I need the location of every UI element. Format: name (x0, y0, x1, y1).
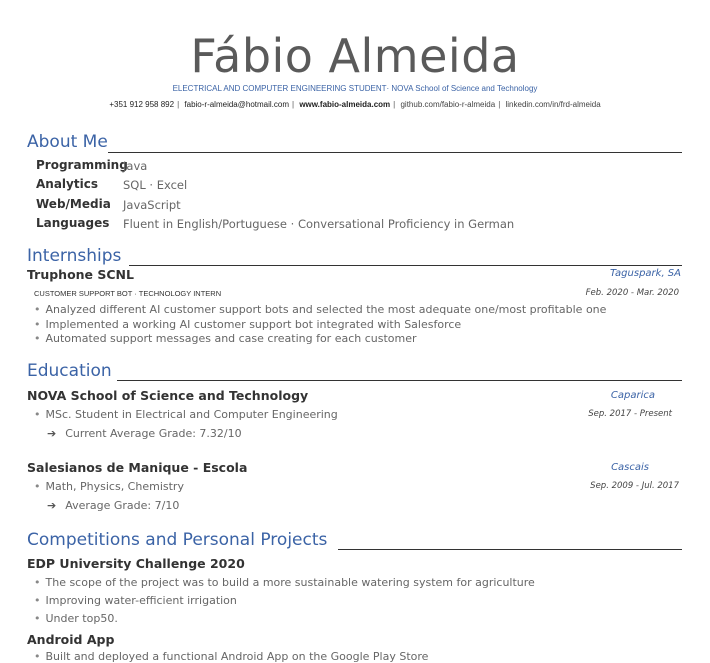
list-item: • Built and deployed a functional Android… (34, 650, 429, 663)
project-name: Android App (27, 632, 115, 647)
education-date: Sep. 2009 - Jul. 2017 (590, 481, 679, 491)
education-school: Salesianos de Manique - Escola (27, 460, 248, 475)
contact-line: +351 912 958 892 | fabio-r-almeida@hotmai… (109, 100, 601, 109)
skill-label: Web/Media (36, 197, 111, 211)
section-title-internships: Internships (27, 246, 122, 266)
section-title-education: Education (27, 361, 112, 381)
github-link[interactable]: github.com/fabio-r-almeida (400, 100, 495, 109)
arrow-right-icon: ➔ (47, 499, 57, 512)
section-title-about: About Me (27, 132, 108, 152)
internship-company: Truphone SCNL (27, 267, 134, 282)
email-link[interactable]: fabio-r-almeida@hotmail.com (184, 100, 289, 109)
list-item: • MSc. Student in Electrical and Computer… (34, 408, 338, 421)
skill-label: Programming (36, 158, 128, 172)
project-name: EDP University Challenge 2020 (27, 556, 245, 571)
list-item: • Under top50. (34, 612, 118, 625)
section-divider (117, 380, 682, 381)
internship-date: Feb. 2020 - Mar. 2020 (585, 288, 679, 298)
candidate-name: Fábio Almeida (190, 29, 520, 83)
education-location: Cascais (611, 462, 649, 473)
skill-value: SQL · Excel (123, 178, 188, 192)
education-school: NOVA School of Science and Technology (27, 388, 309, 403)
section-divider (338, 549, 682, 550)
internship-location: Taguspark, SA (609, 268, 681, 279)
resume-page: Fábio Almeida ELECTRICAL AND COMPUTER EN… (0, 0, 710, 663)
skill-value: Java (123, 159, 148, 173)
section-title-projects: Competitions and Personal Projects (27, 530, 328, 550)
arrow-right-icon: ➔ (47, 427, 57, 440)
phone-number: +351 912 958 892 (109, 100, 175, 109)
list-item: • Improving water-efficient irrigation (34, 594, 237, 607)
skill-value: JavaScript (123, 198, 181, 212)
education-location: Caparica (610, 390, 655, 401)
skill-label: Analytics (36, 177, 98, 191)
grade-line: ➔ Average Grade: 7/10 (47, 499, 180, 512)
skill-value: Fluent in English/Portuguese · Conversat… (123, 217, 515, 231)
skill-label: Languages (36, 216, 110, 230)
grade-line: ➔ Current Average Grade: 7.32/10 (47, 427, 242, 440)
list-item: • The scope of the project was to build a… (34, 576, 535, 589)
internship-role: CUSTOMER SUPPORT BOT · TECHNOLOGY INTERN (34, 289, 222, 298)
section-divider (108, 152, 682, 153)
website-link[interactable]: www.fabio-almeida.com (299, 100, 390, 109)
list-item: • Analyzed different AI customer support … (34, 303, 607, 316)
linkedin-link[interactable]: linkedin.com/in/frd-almeida (506, 100, 601, 109)
list-item: • Automated support messages and case cre… (34, 332, 417, 345)
list-item: • Implemented a working AI customer suppo… (34, 318, 462, 331)
education-date: Sep. 2017 - Present (588, 409, 672, 419)
section-divider (129, 265, 682, 266)
candidate-subtitle: ELECTRICAL AND COMPUTER ENGINEERING STUD… (172, 84, 538, 93)
list-item: • Math, Physics, Chemistry (34, 480, 184, 493)
